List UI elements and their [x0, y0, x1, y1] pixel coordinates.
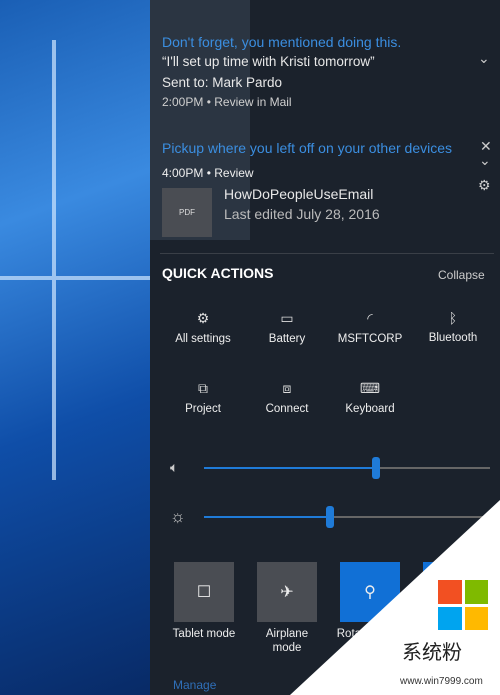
- notification-line: “I'll set up time with Kristi tomorrow”: [162, 54, 375, 69]
- label: All settings: [175, 333, 231, 345]
- label: Project: [185, 403, 221, 415]
- chevron-down-icon[interactable]: ⌄: [478, 50, 490, 67]
- brightness-icon: ☼: [170, 507, 186, 526]
- notification-line: Sent to: Mark Pardo: [162, 75, 283, 90]
- bluetooth-button[interactable]: ᛒ Bluetooth: [413, 310, 493, 344]
- battery-button[interactable]: ▭ Battery: [247, 310, 327, 345]
- tile-label: Tablet mode: [172, 628, 236, 640]
- volume-thumb[interactable]: [371, 457, 380, 479]
- bluetooth-icon: ᛒ: [448, 310, 458, 326]
- battery-icon: ▭: [280, 310, 294, 326]
- notification-meta[interactable]: 4:00PM • Review: [162, 166, 254, 180]
- volume-slider[interactable]: [204, 457, 490, 479]
- airplane-icon: ✈: [280, 584, 294, 601]
- divider: [160, 253, 494, 254]
- notification-meta[interactable]: 2:00PM • Review in Mail: [162, 95, 292, 109]
- gear-icon: ⚙: [196, 310, 210, 326]
- connect-button[interactable]: ⧈ Connect: [247, 380, 327, 415]
- project-button[interactable]: ⧉ Project: [163, 380, 243, 415]
- windows-logo-light: [0, 40, 150, 480]
- brightness-slider[interactable]: [204, 506, 490, 528]
- quick-actions-title: QUICK ACTIONS: [162, 265, 274, 281]
- file-edited: Last edited July 28, 2016: [224, 206, 380, 222]
- collapse-button[interactable]: Collapse: [438, 268, 485, 282]
- keyboard-icon: ⌨: [359, 380, 381, 396]
- brightness-fill: [204, 516, 330, 518]
- manage-link[interactable]: Manage: [173, 678, 216, 692]
- watermark-url: www.win7999.com: [400, 676, 483, 687]
- connect-icon: ⧈: [282, 380, 292, 396]
- wifi-icon: ◜: [367, 310, 373, 326]
- label: Battery: [268, 333, 306, 345]
- watermark-text: 系统粉: [402, 640, 462, 664]
- gear-icon[interactable]: ⚙: [478, 177, 491, 194]
- desktop-wallpaper: [0, 0, 150, 695]
- file-name[interactable]: HowDoPeopleUseEmail: [224, 186, 373, 202]
- tablet-mode-tile[interactable]: ☐: [174, 562, 234, 622]
- tile-label: Airplane mode: [265, 628, 309, 654]
- wifi-button[interactable]: ◜ MSFTCORP: [330, 310, 410, 345]
- airplane-mode-tile[interactable]: ✈: [257, 562, 317, 622]
- watermark-logo: [438, 580, 488, 630]
- label: MSFTCORP: [337, 333, 403, 345]
- brightness-thumb[interactable]: [325, 506, 334, 528]
- notification-title[interactable]: Pickup where you left off on your other …: [162, 140, 452, 156]
- label: Keyboard: [345, 403, 395, 415]
- label: Bluetooth: [428, 332, 478, 344]
- keyboard-button[interactable]: ⌨ Keyboard: [330, 380, 410, 415]
- volume-icon: 🔈︎: [170, 459, 179, 475]
- all-settings-button[interactable]: ⚙ All settings: [163, 310, 243, 345]
- chevron-down-icon[interactable]: ⌄: [479, 152, 491, 169]
- project-icon: ⧉: [198, 380, 208, 396]
- rotation-lock-icon: ⚲: [364, 584, 376, 601]
- pdf-file-icon: PDF: [162, 188, 212, 237]
- tablet-mode-icon: ☐: [196, 584, 212, 601]
- label: Connect: [265, 403, 309, 415]
- notification-title[interactable]: Don't forget, you mentioned doing this.: [162, 34, 401, 50]
- volume-fill: [204, 467, 376, 469]
